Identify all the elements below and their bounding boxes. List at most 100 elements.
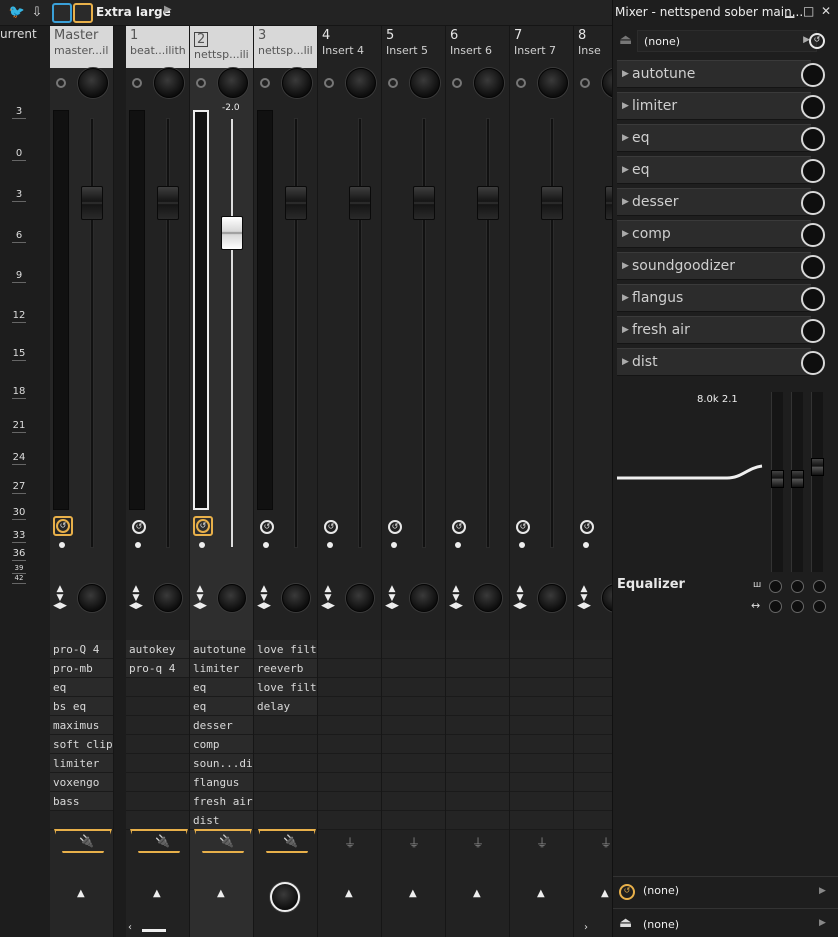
record-arm-icon[interactable] [263, 542, 269, 548]
mix-level-knob[interactable] [801, 351, 825, 375]
clock-icon[interactable]: ↺ [516, 520, 530, 534]
effect-slot[interactable]: autokey [126, 640, 189, 659]
effect-slot[interactable]: love filter [254, 678, 317, 697]
pan-knob[interactable] [410, 68, 440, 98]
empty-effect-slot[interactable] [318, 754, 381, 773]
effect-slot[interactable]: limiter [190, 659, 253, 678]
maximize-icon[interactable]: □ [803, 4, 814, 18]
effect-slot[interactable]: pro-Q 4 [50, 640, 113, 659]
pan-knob[interactable] [474, 68, 504, 98]
empty-effect-slot[interactable] [446, 697, 509, 716]
stereo-separation-icon[interactable] [324, 78, 334, 88]
clock-icon[interactable]: ↺ [388, 520, 402, 534]
effect-slot-9[interactable]: ▶ fresh air [617, 316, 825, 344]
empty-effect-slot[interactable] [254, 754, 317, 773]
pan-knob[interactable] [218, 68, 248, 98]
empty-effect-slot[interactable] [510, 792, 573, 811]
mixer-strip-6[interactable]: 6 Insert 6 ↺ ▲ ▼ ◀▶ ⏚ ▲ [446, 26, 510, 937]
empty-effect-slot[interactable] [510, 659, 573, 678]
send-arrow-icon[interactable]: ▲ [409, 888, 417, 899]
empty-effect-slot[interactable] [446, 754, 509, 773]
empty-effect-slot[interactable] [382, 659, 445, 678]
output-route-value[interactable]: (none) [643, 918, 679, 931]
volume-fader-track[interactable] [550, 118, 554, 548]
send-knob[interactable] [218, 584, 246, 612]
mixer-strip-1[interactable]: 1 beat...ilith ↺ ▲ ▼ ◀▶ autokey pro-q 4 🔌 ▲ [126, 26, 190, 937]
empty-effect-slot[interactable] [446, 735, 509, 754]
effect-slot-10[interactable]: ▶ dist [617, 348, 825, 376]
mixer-strip-4[interactable]: 4 Insert 4 ↺ ▲ ▼ ◀▶ ⏚ ▲ [318, 26, 382, 937]
empty-effect-slot[interactable] [126, 678, 189, 697]
send-knob[interactable] [474, 584, 502, 612]
empty-effect-slot[interactable] [510, 640, 573, 659]
effect-slot[interactable]: soun...dizer [190, 754, 253, 773]
effect-slot[interactable]: maximus [50, 716, 113, 735]
input-route-select[interactable]: (none) ▶ [637, 30, 817, 52]
pan-knob[interactable] [346, 68, 376, 98]
volume-fader[interactable] [221, 216, 243, 250]
effect-slot[interactable]: eq [50, 678, 113, 697]
pin-icon[interactable]: ⇩ [28, 4, 46, 22]
empty-effect-slot[interactable] [126, 792, 189, 811]
stereo-separation-icon[interactable] [132, 78, 142, 88]
volume-fader-track[interactable] [90, 118, 94, 548]
empty-effect-slot[interactable] [318, 678, 381, 697]
strip-header[interactable]: 1 beat...ilith [126, 26, 189, 68]
expand-arrow-icon[interactable]: ▶ [622, 261, 629, 271]
empty-effect-slot[interactable] [510, 754, 573, 773]
left-right-arrows-icon[interactable]: ◀▶ [53, 602, 67, 611]
strip-header[interactable]: 5 Insert 5 [382, 26, 445, 68]
chevron-right-icon[interactable]: ▶ [819, 918, 826, 928]
effect-slot[interactable]: delay [254, 697, 317, 716]
mixer-strip-7[interactable]: 7 Insert 7 ↺ ▲ ▼ ◀▶ ⏚ ▲ [510, 26, 574, 937]
empty-effect-slot[interactable] [126, 773, 189, 792]
send-arrow-icon[interactable]: ▲ [217, 888, 225, 899]
plug-icon[interactable]: ⏚ [344, 834, 356, 850]
pan-knob[interactable] [538, 68, 568, 98]
mix-level-knob[interactable] [801, 95, 825, 119]
route-button[interactable]: 🔌 [130, 829, 188, 853]
expand-arrow-icon[interactable]: ▶ [622, 229, 629, 239]
effect-slot[interactable]: comp [190, 735, 253, 754]
eq-width-knob-2[interactable] [791, 600, 804, 613]
chevron-right-icon[interactable]: ▶ [819, 886, 826, 896]
volume-fader[interactable] [157, 186, 179, 220]
pan-knob[interactable] [154, 68, 184, 98]
effect-slot[interactable]: dist [190, 811, 253, 830]
empty-effect-slot[interactable] [50, 811, 113, 830]
record-arm-icon[interactable] [59, 542, 65, 548]
strip-header[interactable]: Mastermaster...ilith [50, 26, 113, 68]
effect-slot[interactable]: soft clipper [50, 735, 113, 754]
strip-header[interactable]: 4 Insert 4 [318, 26, 381, 68]
empty-effect-slot[interactable] [126, 754, 189, 773]
empty-effect-slot[interactable] [126, 811, 189, 830]
empty-effect-slot[interactable] [382, 754, 445, 773]
plug-icon[interactable]: ⏚ [536, 834, 548, 850]
send-arrow-icon[interactable]: ▲ [153, 888, 161, 899]
volume-fader-track[interactable] [486, 118, 490, 548]
send-knob[interactable] [154, 584, 182, 612]
effect-slot[interactable]: desser [190, 716, 253, 735]
empty-effect-slot[interactable] [382, 792, 445, 811]
mixer-strip-2[interactable]: 2nettsp...ilith-2.0↺▲▼◀▶autotunelimitere… [190, 26, 254, 937]
send-arrow-icon[interactable]: ▲ [601, 888, 609, 899]
effect-slot[interactable]: fresh air [190, 792, 253, 811]
scroll-right-icon[interactable]: › [584, 922, 588, 933]
effect-slot[interactable]: eq [190, 697, 253, 716]
pan-knob[interactable] [78, 68, 108, 98]
expand-arrow-icon[interactable]: ▶ [622, 69, 629, 79]
pan-knob[interactable] [282, 68, 312, 98]
eq-band-mid-fader[interactable] [791, 392, 804, 572]
expand-arrow-icon[interactable]: ▶ [622, 197, 629, 207]
empty-effect-slot[interactable] [446, 773, 509, 792]
stereo-separation-icon[interactable] [56, 78, 66, 88]
effect-slot[interactable]: reeverb [254, 659, 317, 678]
expand-arrow-icon[interactable]: ▶ [622, 325, 629, 335]
expand-arrow-icon[interactable]: ▶ [622, 165, 629, 175]
effect-slot-4[interactable]: ▶ eq [617, 156, 825, 184]
close-icon[interactable]: ✕ [821, 4, 831, 18]
effect-slot[interactable]: voxengo [50, 773, 113, 792]
send-arrow-icon[interactable]: ▲ [345, 888, 353, 899]
send-arrow-icon[interactable]: ▲ [473, 888, 481, 899]
clock-icon[interactable]: ↺ [452, 520, 466, 534]
